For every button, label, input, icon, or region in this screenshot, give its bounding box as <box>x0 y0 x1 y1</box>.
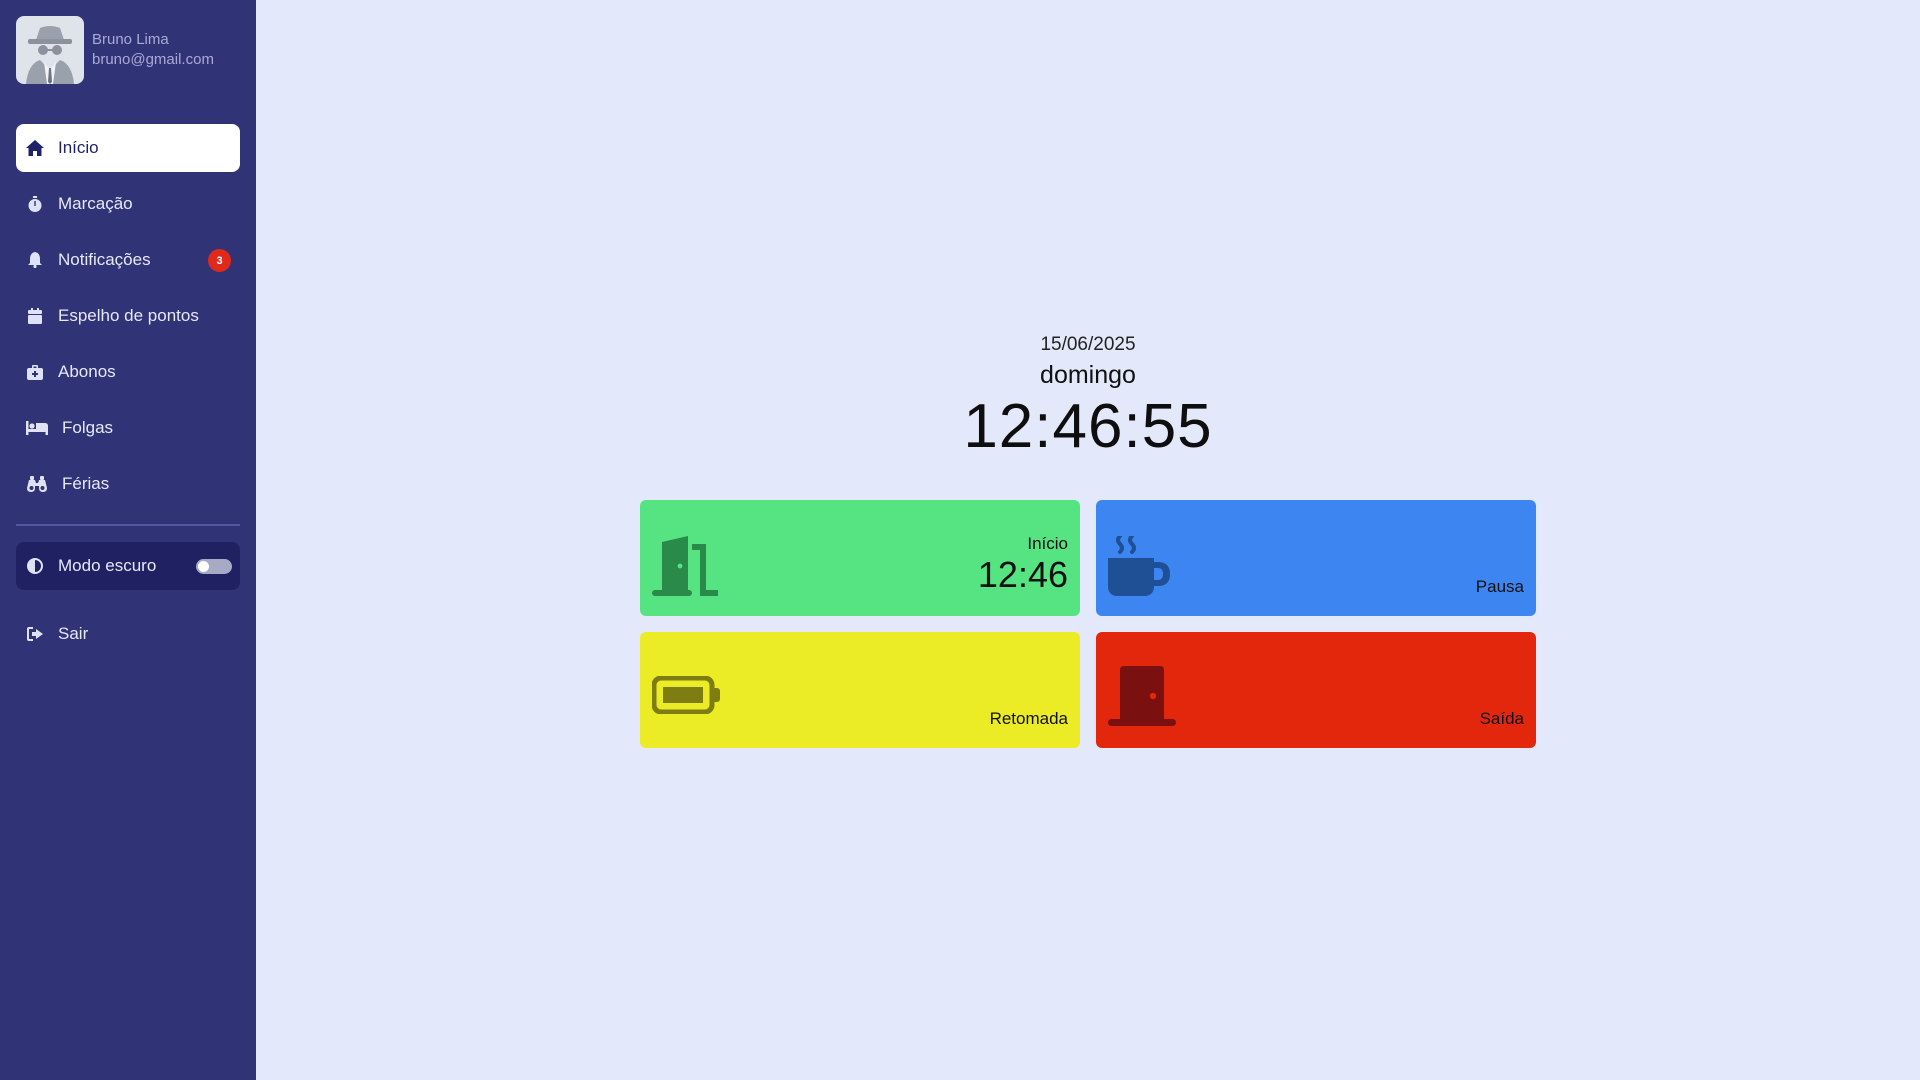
notification-badge: 3 <box>208 249 231 272</box>
stopwatch-icon <box>24 193 46 215</box>
bed-icon <box>24 417 50 439</box>
binoculars-icon <box>24 473 50 495</box>
nav-label: Notificações <box>58 250 151 269</box>
spy-avatar-icon <box>26 26 74 84</box>
sidebar: Bruno Lima bruno@gmail.com Início Marcaç… <box>0 0 256 1080</box>
current-time: 12:46:55 <box>963 392 1213 461</box>
user-name: Bruno Lima <box>92 31 169 48</box>
door-open-icon <box>652 536 720 601</box>
clock-panel: 15/06/2025 domingo 12:46:55 <box>640 332 1536 462</box>
nav-item-notificacoes[interactable]: Notificações 3 <box>16 236 240 284</box>
nav-label: Folgas <box>62 418 114 437</box>
dark-mode-row[interactable]: Modo escuro <box>16 542 240 590</box>
card-label: Saída <box>1479 709 1524 728</box>
calendar-icon <box>24 305 46 327</box>
medical-bag-icon <box>24 361 46 383</box>
punch-card-inicio[interactable]: Início 12:46 <box>640 500 1080 616</box>
user-profile: Bruno Lima bruno@gmail.com <box>16 16 214 84</box>
toggle-knob <box>198 561 209 572</box>
dark-mode-toggle[interactable] <box>196 559 232 574</box>
nav-item-ferias[interactable]: Férias <box>16 460 240 508</box>
punch-cards: Início 12:46 Pausa Retomada Saída <box>640 500 1536 748</box>
card-label: Pausa <box>1475 577 1524 596</box>
nav-label: Abonos <box>58 362 116 381</box>
punch-card-retomada[interactable]: Retomada <box>640 632 1080 748</box>
bell-icon <box>24 249 46 271</box>
card-time: 12:46 <box>977 554 1068 595</box>
door-closed-icon <box>1108 666 1176 731</box>
user-email: bruno@gmail.com <box>92 51 214 68</box>
nav-item-espelho-de-pontos[interactable]: Espelho de pontos <box>16 292 240 340</box>
nav-label: Marcação <box>58 194 133 213</box>
contrast-icon <box>24 555 46 577</box>
main-nav: Início Marcação Notificações 3 Espelho d… <box>16 124 240 516</box>
nav-label: Espelho de pontos <box>58 306 199 325</box>
nav-label: Início <box>58 138 99 157</box>
nav-label: Férias <box>62 474 110 493</box>
card-label: Início <box>1027 534 1068 553</box>
current-weekday: domingo <box>1040 361 1136 389</box>
nav-item-abonos[interactable]: Abonos <box>16 348 240 396</box>
card-label: Retomada <box>989 709 1068 728</box>
sidebar-divider <box>16 524 240 526</box>
home-icon <box>24 137 46 159</box>
nav-item-marcacao[interactable]: Marcação <box>16 180 240 228</box>
battery-icon <box>651 675 720 719</box>
sign-out-icon <box>24 623 46 645</box>
punch-card-saida[interactable]: Saída <box>1096 632 1536 748</box>
nav-item-folgas[interactable]: Folgas <box>16 404 240 452</box>
coffee-mug-icon <box>1108 534 1170 601</box>
punch-card-pausa[interactable]: Pausa <box>1096 500 1536 616</box>
profile-info: Bruno Lima bruno@gmail.com <box>92 30 214 70</box>
avatar <box>16 16 84 84</box>
current-date: 15/06/2025 <box>1040 334 1136 355</box>
logout-button[interactable]: Sair <box>16 610 240 658</box>
logout-label: Sair <box>58 624 89 643</box>
nav-item-inicio[interactable]: Início <box>16 124 240 172</box>
dark-mode-label: Modo escuro <box>58 556 157 575</box>
